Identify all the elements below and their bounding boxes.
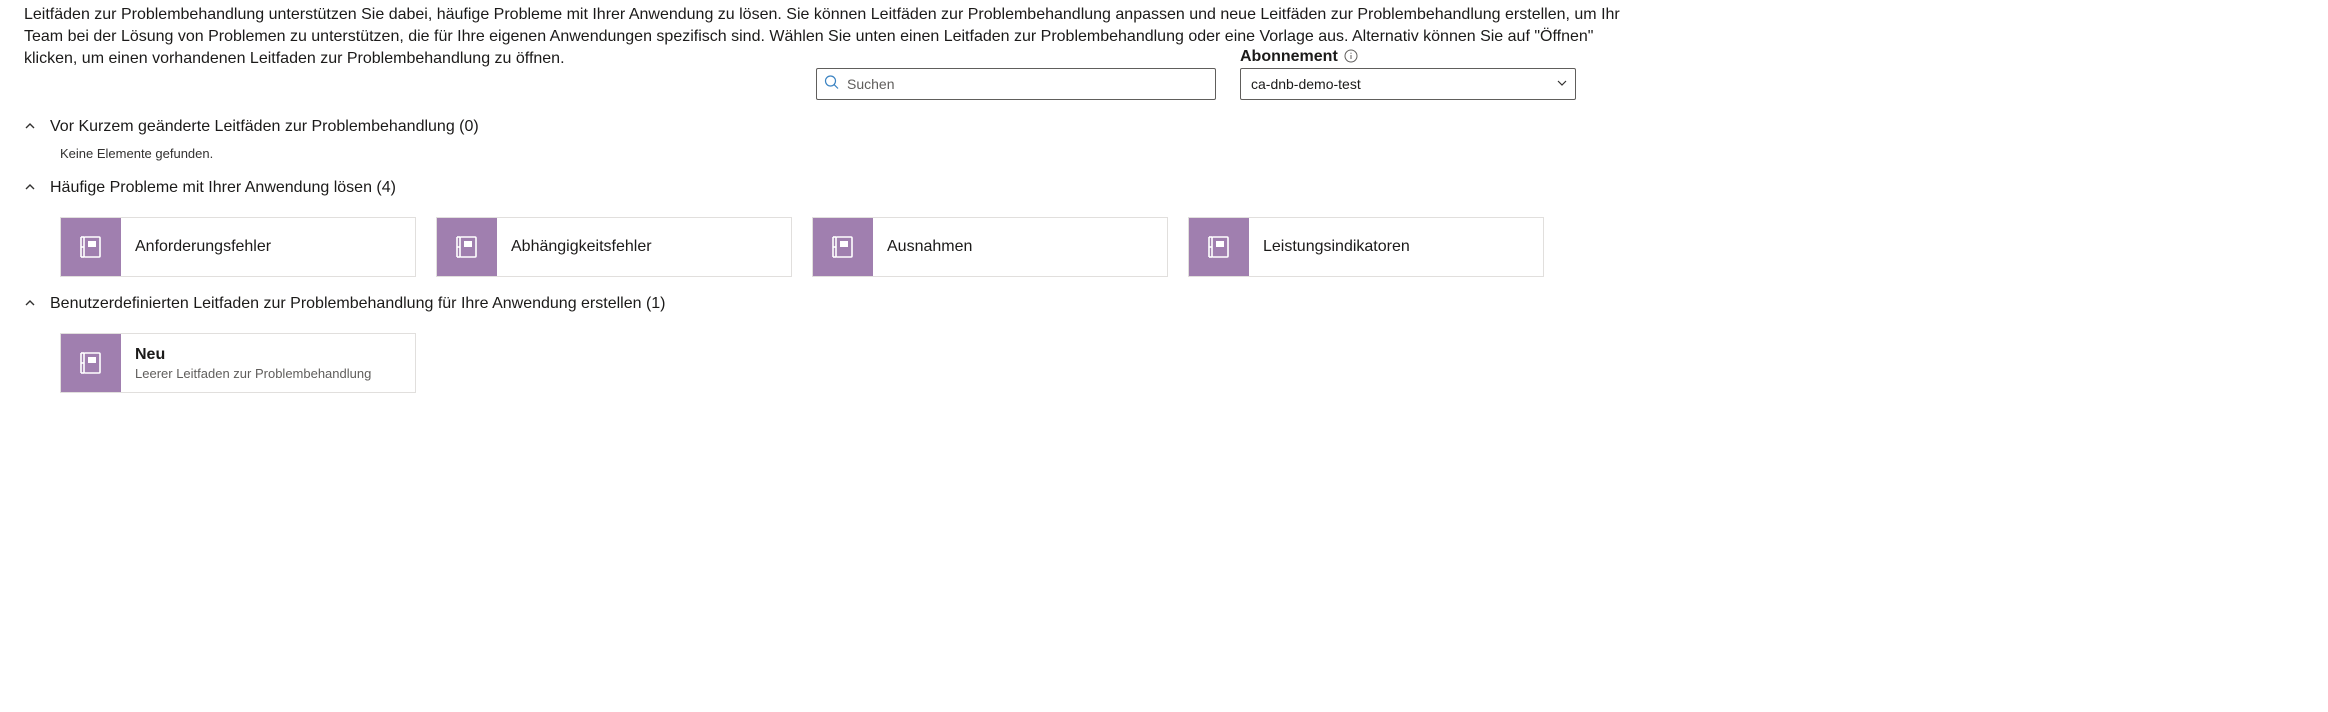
section-custom-title: Benutzerdefinierten Leitfaden zur Proble… (50, 295, 666, 313)
section-recent-header[interactable]: Vor Kurzem geänderte Leitfäden zur Probl… (24, 114, 2304, 140)
workbook-icon (61, 218, 121, 276)
section-recent-empty: Keine Elemente gefunden. (60, 146, 2304, 161)
subscription-value: ca-dnb-demo-test (1251, 76, 1361, 92)
section-custom: Benutzerdefinierten Leitfaden zur Proble… (24, 291, 2304, 393)
card-title: Abhängigkeitsfehler (511, 238, 652, 256)
workbook-icon (437, 218, 497, 276)
section-common-header[interactable]: Häufige Probleme mit Ihrer Anwendung lös… (24, 175, 2304, 201)
section-common: Häufige Probleme mit Ihrer Anwendung lös… (24, 175, 2304, 277)
subscription-label: Abonnement (1240, 48, 1338, 66)
info-icon[interactable] (1344, 49, 1358, 66)
subscription-block: Abonnement ca-dnb-demo-test (1240, 48, 1576, 100)
card-abhaengigkeitsfehler[interactable]: Abhängigkeitsfehler (436, 217, 792, 277)
card-leistungsindikatoren[interactable]: Leistungsindikatoren (1188, 217, 1544, 277)
search-input[interactable] (816, 68, 1216, 100)
search-wrap (816, 68, 1216, 100)
section-common-title: Häufige Probleme mit Ihrer Anwendung lös… (50, 179, 396, 197)
chevron-up-icon (24, 296, 36, 312)
card-title: Anforderungsfehler (135, 238, 271, 256)
section-custom-header[interactable]: Benutzerdefinierten Leitfaden zur Proble… (24, 291, 2304, 317)
card-title: Leistungsindikatoren (1263, 238, 1410, 256)
subscription-dropdown[interactable]: ca-dnb-demo-test (1240, 68, 1576, 100)
section-recent-title: Vor Kurzem geänderte Leitfäden zur Probl… (50, 118, 479, 136)
workbook-icon (813, 218, 873, 276)
card-title: Neu (135, 346, 371, 364)
chevron-up-icon (24, 119, 36, 135)
card-anforderungsfehler[interactable]: Anforderungsfehler (60, 217, 416, 277)
card-neu[interactable]: Neu Leerer Leitfaden zur Problembehandlu… (60, 333, 416, 393)
workbook-icon (61, 334, 121, 392)
card-ausnahmen[interactable]: Ausnahmen (812, 217, 1168, 277)
section-recent: Vor Kurzem geänderte Leitfäden zur Probl… (24, 114, 2304, 161)
card-subtitle: Leerer Leitfaden zur Problembehandlung (135, 366, 371, 381)
chevron-up-icon (24, 180, 36, 196)
card-title: Ausnahmen (887, 238, 972, 256)
workbook-icon (1189, 218, 1249, 276)
